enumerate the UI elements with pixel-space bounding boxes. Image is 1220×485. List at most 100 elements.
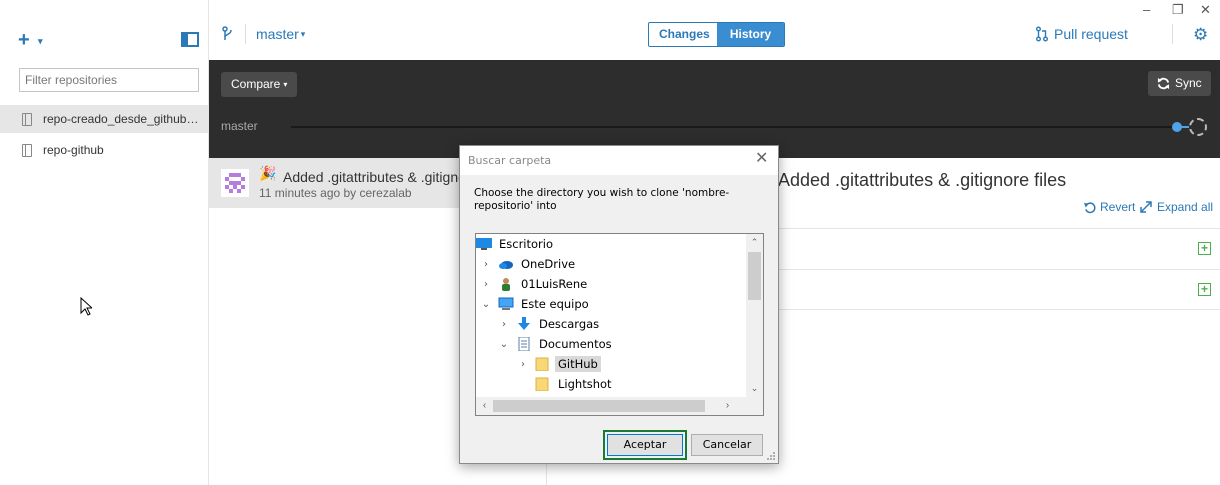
- file-added-icon: +: [1198, 242, 1211, 255]
- add-repository-button[interactable]: + ▾: [18, 30, 48, 50]
- chevron-right-icon: ›: [484, 258, 488, 270]
- chevron-down-icon[interactable]: ⌄: [746, 380, 763, 397]
- chevron-right-icon: ›: [484, 278, 488, 290]
- cancel-button[interactable]: Cancelar: [691, 434, 763, 456]
- tree-item-lightshot[interactable]: Lightshot: [535, 374, 615, 394]
- folder-icon: [535, 377, 551, 391]
- gear-icon[interactable]: ⚙: [1193, 26, 1208, 43]
- timeline-track: [291, 126, 1175, 128]
- browse-folder-dialog: Buscar carpeta ✕ Choose the directory yo…: [459, 145, 779, 464]
- scrollbar-thumb[interactable]: [748, 252, 761, 300]
- close-window-icon[interactable]: ✕: [1200, 2, 1211, 18]
- timeline-track: [1181, 126, 1189, 128]
- folder-icon: [535, 357, 551, 371]
- computer-icon: [498, 297, 514, 311]
- avatar: [221, 169, 249, 197]
- tree-item-documentos[interactable]: ⌄ Documentos: [498, 334, 615, 354]
- divider: [245, 24, 246, 44]
- chevron-down-icon: ▾: [283, 80, 288, 89]
- chevron-down-icon: ⌄: [481, 298, 491, 310]
- tree-item-label: GitHub: [555, 356, 601, 372]
- expand-icon: [1140, 201, 1152, 213]
- minimize-icon[interactable]: –: [1143, 2, 1150, 17]
- scrollbar-thumb[interactable]: [493, 400, 705, 412]
- compare-label: Compare: [231, 77, 281, 91]
- file-added-icon: +: [1198, 283, 1211, 296]
- commit-detail-title: Added .gitattributes & .gitignore files: [778, 170, 1067, 190]
- branch-icon: [222, 26, 234, 42]
- repo-label: repo-github: [43, 143, 104, 157]
- revert-label: Revert: [1100, 200, 1136, 214]
- pull-request-button[interactable]: Pull request: [1036, 26, 1128, 42]
- branch-name: master: [256, 26, 299, 42]
- chevron-up-icon[interactable]: ⌃: [746, 234, 763, 251]
- timeline-uncommitted-ring[interactable]: [1189, 118, 1207, 136]
- chevron-right-icon: ›: [502, 318, 506, 330]
- sync-button[interactable]: Sync: [1148, 71, 1211, 96]
- chevron-down-icon: ⌄: [499, 338, 509, 350]
- tada-icon: 🎉: [259, 165, 277, 181]
- tree-item-label: OneDrive: [521, 257, 576, 271]
- dialog-message: Choose the directory you wish to clone '…: [474, 187, 730, 212]
- tab-changes[interactable]: Changes: [649, 23, 717, 46]
- view-tabs: Changes History: [648, 22, 785, 47]
- tree-item-github[interactable]: › GitHub: [517, 354, 601, 374]
- desktop-icon: [476, 237, 492, 251]
- repo-icon: [22, 143, 32, 157]
- sync-icon: [1157, 77, 1170, 90]
- chevron-right-icon[interactable]: ›: [719, 397, 736, 415]
- chevron-left-icon[interactable]: ‹: [476, 397, 493, 415]
- tree-item-escritorio[interactable]: Escritorio: [476, 234, 556, 254]
- timeline-commit-dot[interactable]: [1172, 122, 1182, 132]
- repo-icon: [22, 112, 32, 126]
- close-icon[interactable]: ✕: [755, 151, 768, 167]
- vertical-scrollbar[interactable]: ⌃ ⌄: [746, 234, 763, 397]
- tree-item-este-equipo[interactable]: ⌄ Este equipo: [480, 294, 592, 314]
- expand-all-button[interactable]: Expand all: [1140, 200, 1213, 214]
- repo-label: repo-creado_desde_github_...: [43, 112, 203, 126]
- timeline-branch-label: master: [221, 119, 258, 133]
- divider: [1172, 24, 1173, 44]
- branch-selector[interactable]: master ▾: [256, 26, 305, 42]
- tree-item-descargas[interactable]: › Descargas: [498, 314, 602, 334]
- tab-history[interactable]: History: [717, 23, 784, 46]
- chevron-right-icon: ›: [521, 358, 525, 370]
- tree-item-label: 01LuisRene: [521, 277, 588, 291]
- dialog-title: Buscar carpeta: [468, 154, 552, 167]
- accept-button[interactable]: Aceptar: [603, 430, 687, 460]
- maximize-icon[interactable]: ❐: [1172, 2, 1184, 18]
- repo-item-github[interactable]: repo-github: [0, 136, 208, 164]
- tree-item-label: Descargas: [539, 317, 600, 331]
- resize-grip-icon[interactable]: [766, 451, 776, 461]
- tree-item-label: Lightshot: [558, 377, 612, 391]
- revert-icon: [1083, 201, 1096, 213]
- onedrive-icon: [498, 257, 514, 271]
- tree-item-label: Escritorio: [499, 237, 554, 251]
- compare-button[interactable]: Compare ▾: [221, 72, 298, 97]
- pull-request-label: Pull request: [1054, 26, 1128, 42]
- repo-item-creado-desde-github[interactable]: repo-creado_desde_github_...: [0, 105, 208, 133]
- commit-meta: 11 minutes ago by cerezalab: [259, 186, 412, 200]
- download-icon: [516, 317, 532, 331]
- timeline-bar: Compare ▾ Sync master: [209, 60, 1220, 158]
- tree-item-label: Este equipo: [521, 297, 589, 311]
- filter-repositories-input[interactable]: [19, 68, 199, 92]
- add-caret-icon: ▾: [38, 36, 43, 46]
- documents-icon: [516, 337, 532, 351]
- sync-label: Sync: [1175, 76, 1202, 90]
- folder-tree: Escritorio › OneDrive › 01LuisRene ⌄ Est…: [475, 233, 764, 416]
- pull-request-icon: [1036, 26, 1048, 42]
- horizontal-scrollbar[interactable]: ‹ ›: [476, 397, 746, 415]
- dialog-titlebar: Buscar carpeta ✕: [460, 146, 778, 175]
- expand-all-label: Expand all: [1157, 200, 1214, 214]
- mouse-cursor-icon: [80, 297, 92, 316]
- panel-toggle-icon[interactable]: [181, 32, 199, 47]
- tree-item-user[interactable]: › 01LuisRene: [480, 274, 590, 294]
- user-icon: [498, 277, 514, 291]
- tree-item-onedrive[interactable]: › OneDrive: [480, 254, 578, 274]
- scrollbar-corner: [746, 397, 763, 415]
- tree-item-label: Documentos: [539, 337, 612, 351]
- chevron-down-icon: ▾: [300, 29, 306, 39]
- repository-sidebar: +▾ repo-creado_desde_github_... repo-git…: [0, 0, 209, 485]
- revert-button[interactable]: Revert: [1083, 200, 1135, 214]
